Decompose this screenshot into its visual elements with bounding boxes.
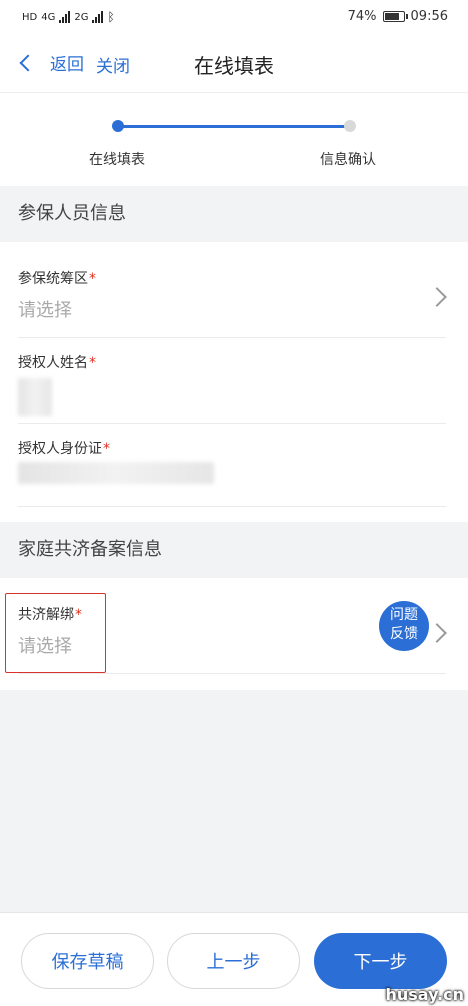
- battery-fill: [384, 13, 400, 20]
- field-label: 授权人身份证*: [18, 441, 110, 457]
- authorizer-id-field[interactable]: 授权人身份证*: [0, 424, 468, 522]
- battery-icon: [382, 11, 408, 22]
- previous-step-button[interactable]: 上一步: [167, 933, 300, 989]
- clock: 09:56: [410, 9, 448, 24]
- step-label-confirm: 信息确认: [320, 152, 376, 168]
- section-header-family: 家庭共济备案信息: [0, 522, 468, 578]
- step-dot-active: [112, 120, 124, 132]
- watermark: husay.cn: [385, 985, 464, 1004]
- chevron-right-icon: [427, 287, 447, 307]
- blurred-name-value: [18, 378, 52, 416]
- bluetooth-icon: ᛒ: [107, 10, 115, 24]
- feedback-button[interactable]: 问题 反馈: [379, 601, 429, 651]
- chevron-left-icon: [19, 54, 37, 71]
- hd-indicator: HD: [22, 11, 38, 23]
- required-marker: *: [103, 441, 110, 457]
- coordination-area-field[interactable]: 参保统筹区* 请选择: [0, 242, 468, 338]
- field-label: 授权人姓名*: [18, 355, 96, 371]
- sim2-label: 2G: [74, 11, 89, 23]
- step-progress-line: [118, 125, 350, 128]
- status-right: 74% 09:56: [348, 9, 448, 24]
- back-button[interactable]: 返回: [16, 50, 84, 75]
- step-label-fill: 在线填表: [89, 152, 145, 168]
- status-bar: HD 4G 2G ᛒ 74% 09:56: [0, 0, 468, 36]
- back-label: 返回: [50, 55, 84, 75]
- feedback-label-2: 反馈: [390, 626, 418, 642]
- close-button[interactable]: 关闭: [96, 52, 130, 77]
- insured-info-group: 参保统筹区* 请选择 授权人姓名* 授权人身份证*: [0, 242, 468, 522]
- signal-icon: [59, 11, 71, 23]
- divider: [18, 506, 446, 507]
- field-label: 参保统筹区*: [18, 271, 96, 287]
- highlight-annotation: [5, 593, 106, 673]
- authorizer-name-field[interactable]: 授权人姓名*: [0, 338, 468, 424]
- section-header-insured: 参保人员信息: [0, 186, 468, 242]
- save-draft-button[interactable]: 保存草稿: [21, 933, 154, 989]
- signal-icon: [92, 11, 104, 23]
- progress-stepper: 在线填表 信息确认: [0, 92, 468, 186]
- sim1-label: 4G: [41, 11, 56, 23]
- coordination-area-select[interactable]: 请选择: [18, 296, 72, 322]
- required-marker: *: [89, 271, 96, 287]
- required-marker: *: [89, 355, 96, 371]
- feedback-label-1: 问题: [390, 607, 418, 623]
- battery-percent: 74%: [347, 9, 377, 24]
- step-dot-inactive: [344, 120, 356, 132]
- network-indicators: HD 4G 2G ᛒ: [22, 10, 115, 24]
- blurred-id-value: [18, 462, 214, 484]
- divider: [18, 673, 446, 674]
- next-step-button[interactable]: 下一步: [314, 933, 447, 989]
- nav-bar: 返回 关闭 在线填表: [0, 36, 468, 92]
- chevron-right-icon: [427, 623, 447, 643]
